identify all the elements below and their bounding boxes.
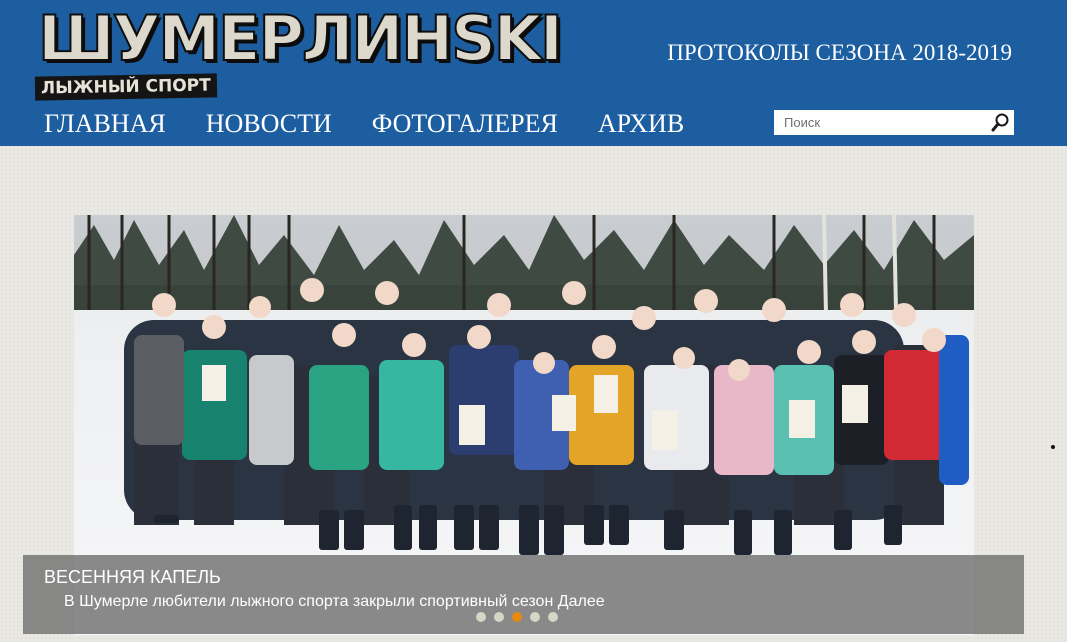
nav-item-archive[interactable]: АРХИВ xyxy=(598,107,684,141)
search-input[interactable] xyxy=(774,110,984,135)
slide-title[interactable]: ВЕСЕННЯЯ КАПЕЛЬ xyxy=(44,566,221,588)
slider-dot-4[interactable] xyxy=(530,612,540,622)
slide-description: В Шумерле любители лыжного спорта закрыл… xyxy=(64,591,605,613)
season-protocols-link[interactable]: ПРОТОКОЛЫ СЕЗОНА 2018-2019 xyxy=(667,38,1012,68)
nav-item-news[interactable]: НОВОСТИ xyxy=(206,107,332,141)
site-logo-title[interactable]: ШУМЕРЛИНSKI xyxy=(37,3,564,75)
slide-description-text: В Шумерле любители лыжного спорта закрыл… xyxy=(64,593,554,610)
slider-dot-5[interactable] xyxy=(548,612,558,622)
slide-more-link[interactable]: Далее xyxy=(558,593,605,610)
nav-item-home[interactable]: ГЛАВНАЯ xyxy=(44,107,166,141)
site-logo-subtitle: ЛЫЖНЫЙ СПОРТ xyxy=(34,73,217,101)
decorative-dot xyxy=(1051,445,1055,449)
slider-dot-1[interactable] xyxy=(476,612,486,622)
nav-item-photo-gallery[interactable]: ФОТОГАЛЕРЕЯ xyxy=(372,107,558,141)
slider-dot-2[interactable] xyxy=(494,612,504,622)
slider-pagination xyxy=(476,612,558,622)
slide-caption: ВЕСЕННЯЯ КАПЕЛЬ В Шумерле любители лыжно… xyxy=(23,555,1024,634)
search-icon[interactable] xyxy=(989,111,1012,134)
slider-dot-3[interactable] xyxy=(512,612,522,622)
search-box xyxy=(774,110,1014,135)
site-header: ШУМЕРЛИНSKI ЛЫЖНЫЙ СПОРТ ПРОТОКОЛЫ СЕЗОН… xyxy=(0,0,1067,146)
main-nav: ГЛАВНАЯ НОВОСТИ ФОТОГАЛЕРЕЯ АРХИВ xyxy=(44,107,684,141)
